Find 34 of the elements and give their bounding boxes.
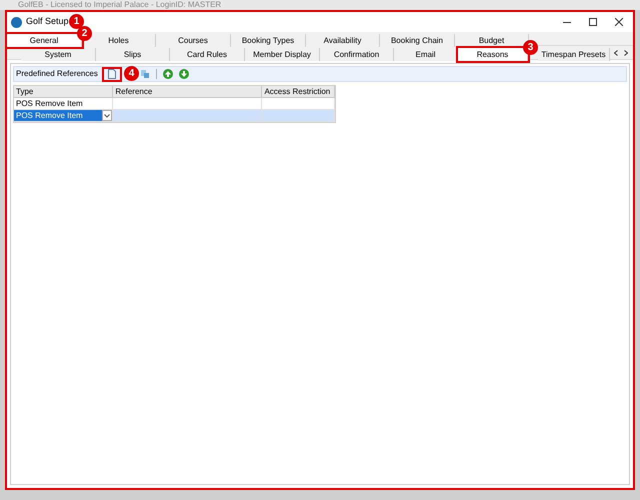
table-row[interactable]: POS Remove Item <box>14 110 335 122</box>
table-row[interactable]: POS Remove Item <box>14 98 335 110</box>
app-title: GolfEB - Licensed to Imperial Palace - LoginID: MASTER <box>18 1 222 9</box>
tab[interactable]: Availability <box>306 34 380 46</box>
tab[interactable]: Courses <box>156 34 231 46</box>
down-arrow-icon[interactable] <box>179 69 189 79</box>
scroll-right-icon[interactable] <box>624 50 628 56</box>
tab[interactable]: Confirmation <box>320 48 394 60</box>
window-title: Golf Setup <box>26 15 69 28</box>
column-header[interactable]: Access Restriction <box>262 86 336 97</box>
tab[interactable]: Booking Chain <box>380 34 455 46</box>
tab[interactable]: Member Display <box>245 48 320 60</box>
table-cell: POS Remove Item <box>14 110 114 121</box>
app-logo-icon <box>11 16 22 28</box>
tab[interactable]: General <box>7 34 82 46</box>
close-icon[interactable] <box>615 18 623 26</box>
tab[interactable]: Slips <box>96 48 170 60</box>
column-header[interactable]: Reference <box>113 86 262 97</box>
step-number-badge: 1 <box>69 14 84 29</box>
toolbar-label: Predefined References <box>16 68 96 80</box>
scroll-left-icon[interactable] <box>614 50 618 56</box>
column-header[interactable]: Type <box>14 86 114 97</box>
tab[interactable]: Budget <box>455 34 529 46</box>
dropdown-caret-icon[interactable] <box>102 110 112 121</box>
page-icon <box>108 69 116 79</box>
new-button[interactable] <box>102 66 122 82</box>
step-number-badge: 4 <box>124 66 139 80</box>
tab[interactable]: Reasons <box>458 48 528 60</box>
maximize-icon[interactable] <box>589 18 597 26</box>
tab[interactable]: Booking Types <box>231 34 306 46</box>
up-arrow-icon[interactable] <box>163 69 173 79</box>
table-cell: POS Remove Item <box>14 98 114 109</box>
tab[interactable]: Timespan Presets <box>538 48 610 60</box>
tab[interactable]: Card Rules <box>170 48 245 60</box>
